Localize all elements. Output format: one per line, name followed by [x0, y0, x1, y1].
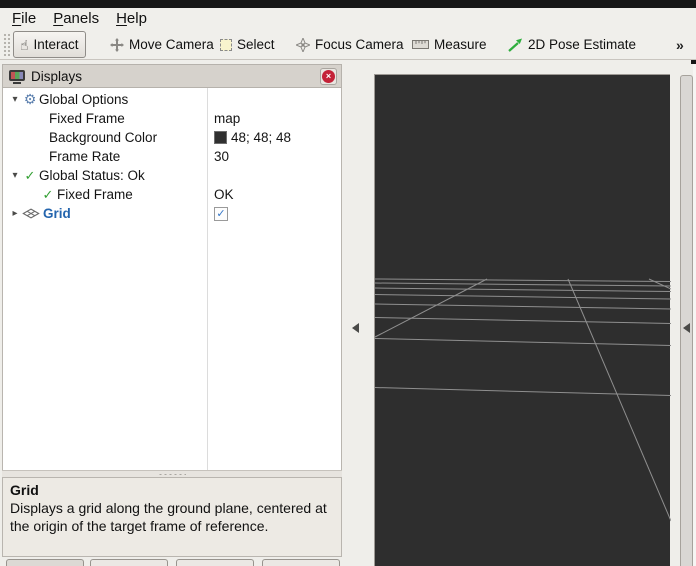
row-background-color[interactable]: Background Color 48; 48; 48 [3, 128, 341, 147]
close-icon [322, 70, 335, 83]
panel-footer-button-4[interactable] [262, 559, 340, 566]
help-title: Grid [10, 481, 334, 499]
splitter-grip-icon [158, 473, 186, 476]
gear-icon [21, 91, 39, 108]
menu-bar: File Panels Help [0, 8, 696, 29]
row-global-options[interactable]: Global Options [3, 90, 341, 109]
menu-file[interactable]: File [12, 10, 36, 27]
frame-rate-value[interactable]: 30 [214, 149, 229, 164]
window-top-border [0, 0, 696, 8]
select-tool-button[interactable]: Select [214, 31, 281, 58]
toolbar-drag-handle[interactable] [3, 33, 10, 56]
tool-label: Select [237, 37, 275, 52]
help-description-panel: Grid Displays a grid along the ground pl… [2, 477, 342, 557]
toolbar-overflow-button[interactable] [676, 37, 684, 53]
tool-label: Focus Camera [315, 37, 404, 52]
render-viewport-3d[interactable] [374, 74, 670, 566]
expander-down-icon[interactable] [9, 170, 21, 181]
displays-close-button[interactable] [320, 68, 337, 85]
help-body: Displays a grid along the ground plane, … [10, 499, 334, 535]
displays-monitor-icon [9, 70, 25, 83]
panel-splitter[interactable] [2, 470, 342, 477]
pose-estimate-tool-button[interactable]: 2D Pose Estimate [502, 31, 642, 58]
displays-panel-title: Displays [31, 69, 320, 84]
focus-camera-tool-button[interactable]: Focus Camera [290, 31, 410, 58]
background-color-value[interactable]: 48; 48; 48 [214, 130, 291, 145]
panel-footer-button-1[interactable] [6, 559, 84, 566]
toolbar: ☝ Interact Move Camera Select Focus Came… [0, 29, 696, 60]
panel-footer-button-2[interactable] [90, 559, 168, 566]
grid-enabled-checkbox[interactable] [214, 207, 228, 221]
status-ok-check-icon [21, 168, 39, 184]
measure-tool-button[interactable]: Measure [406, 31, 493, 58]
grid-icon [22, 208, 40, 219]
row-status-fixed-frame[interactable]: Fixed Frame OK [3, 185, 341, 204]
selection-box-icon [220, 39, 232, 51]
tool-label: Move Camera [129, 37, 214, 52]
right-splitter-collapse-arrow-icon[interactable] [683, 323, 690, 333]
panel-footer-button-3[interactable] [176, 559, 254, 566]
color-swatch [214, 131, 227, 144]
expander-down-icon[interactable] [9, 94, 21, 105]
grid-lines-group [375, 279, 671, 521]
right-panel-collapsed-bar[interactable] [680, 75, 693, 566]
focus-target-icon [296, 38, 310, 52]
move-camera-tool-button[interactable]: Move Camera [104, 31, 220, 58]
hand-icon: ☝ [20, 38, 29, 52]
tool-label: Measure [434, 37, 487, 52]
row-fixed-frame[interactable]: Fixed Frame map [3, 109, 341, 128]
tool-label: 2D Pose Estimate [528, 37, 636, 52]
interact-tool-button[interactable]: ☝ Interact [13, 31, 86, 58]
green-arrow-icon [508, 38, 523, 52]
left-splitter-collapse-arrow-icon[interactable] [352, 323, 359, 333]
tool-label: Interact [34, 37, 79, 52]
ruler-icon [412, 40, 429, 49]
row-frame-rate[interactable]: Frame Rate 30 [3, 147, 341, 166]
status-value: OK [214, 187, 234, 202]
expander-right-icon[interactable] [9, 208, 21, 219]
menu-help[interactable]: Help [116, 10, 147, 27]
move-icon [110, 38, 124, 52]
row-global-status[interactable]: Global Status: Ok [3, 166, 341, 185]
ground-grid [375, 75, 671, 566]
displays-tree: Global Options Fixed Frame map Backgroun… [2, 88, 342, 470]
displays-panel-titlebar[interactable]: Displays [2, 64, 342, 88]
fixed-frame-value[interactable]: map [214, 111, 240, 126]
status-ok-check-icon [39, 187, 57, 203]
menu-panels[interactable]: Panels [53, 10, 99, 27]
row-grid-display[interactable]: Grid [3, 204, 341, 223]
